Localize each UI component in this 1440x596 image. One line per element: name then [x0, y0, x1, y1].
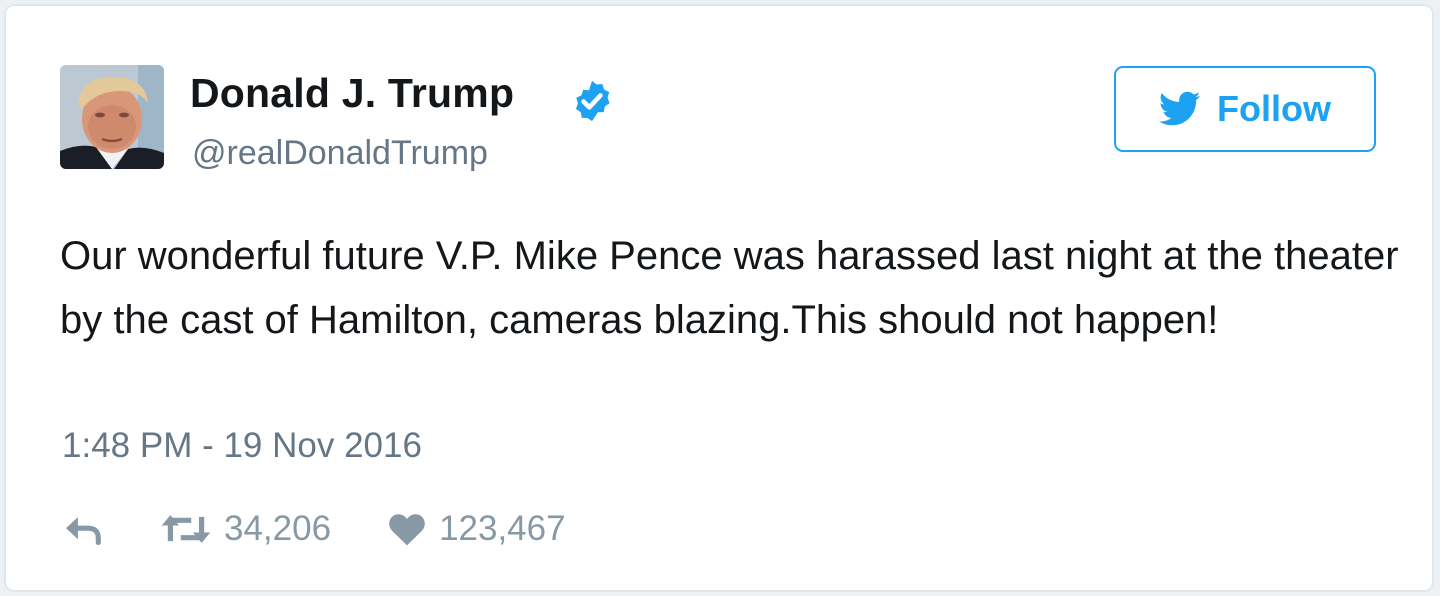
follow-button[interactable]: Follow: [1114, 66, 1376, 152]
user-handle[interactable]: @realDonaldTrump: [192, 134, 488, 173]
reply-icon: [66, 517, 101, 546]
avatar[interactable]: [60, 65, 164, 169]
verified-badge-icon: [575, 80, 610, 122]
tweet-timestamp[interactable]: 1:48 PM - 19 Nov 2016: [62, 426, 422, 466]
tweet-actions: 34,206 123,467: [62, 506, 566, 552]
tweet-text: Our wonderful future V.P. Mike Pence was…: [60, 234, 1399, 342]
tweet-card: Donald J. Trump @realDonaldTrump Follow …: [4, 4, 1434, 592]
profile-photo-icon: [60, 65, 164, 169]
like-count: 123,467: [439, 509, 566, 548]
retweet-icon: [161, 515, 211, 543]
twitter-bird-icon: [1159, 91, 1201, 126]
follow-button-label: Follow: [1217, 88, 1331, 129]
like-button[interactable]: 123,467: [387, 509, 566, 549]
retweet-button[interactable]: 34,206: [160, 509, 331, 549]
heart-icon: [389, 514, 425, 546]
reply-button[interactable]: [62, 512, 104, 546]
user-name[interactable]: Donald J. Trump: [190, 70, 514, 117]
retweet-count: 34,206: [224, 509, 332, 548]
